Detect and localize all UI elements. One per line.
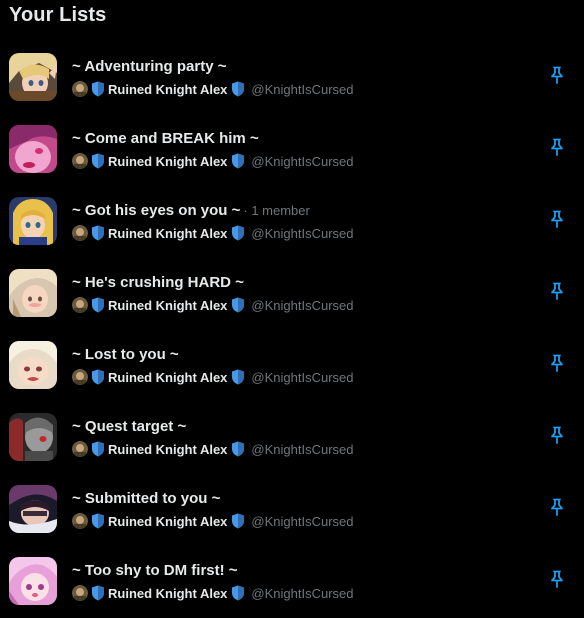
owner-name[interactable]: Ruined Knight Alex [108,370,227,385]
pin-button[interactable] [546,570,568,592]
pin-button[interactable] [546,138,568,160]
list-name-row: ~ Adventuring party ~ [72,58,229,75]
list-thumbnail [9,269,57,317]
owner-row: Ruined Knight Alex @KnightIsCursed [72,368,353,386]
owner-handle[interactable]: @KnightIsCursed [251,226,353,241]
pin-icon [549,354,565,377]
pin-button[interactable] [546,426,568,448]
list-name[interactable]: ~ Come and BREAK him ~ [72,130,259,147]
shield-icon [231,225,245,241]
pin-button[interactable] [546,282,568,304]
pin-button[interactable] [546,210,568,232]
owner-row: Ruined Knight Alex @KnightIsCursed [72,584,353,602]
shield-icon [91,153,105,169]
list-thumbnail [9,557,57,605]
owner-row: Ruined Knight Alex @KnightIsCursed [72,152,353,170]
list-name[interactable]: ~ Submitted to you ~ [72,490,220,507]
pin-icon [549,498,565,521]
shield-icon [231,81,245,97]
owner-handle[interactable]: @KnightIsCursed [251,82,353,97]
owner-name[interactable]: Ruined Knight Alex [108,154,227,169]
list-name-row: ~ Lost to you ~ [72,346,182,363]
pin-button[interactable] [546,66,568,88]
pin-button[interactable] [546,354,568,376]
shield-icon [231,369,245,385]
list-name[interactable]: ~ Lost to you ~ [72,346,179,363]
shield-icon [91,441,105,457]
shield-icon [231,441,245,457]
pin-icon [549,570,565,593]
owner-row: Ruined Knight Alex @KnightIsCursed [72,80,353,98]
owner-name[interactable]: Ruined Knight Alex [108,586,227,601]
member-count: · 1 member [243,203,310,218]
owner-avatar[interactable] [72,585,88,601]
list-item-come-and-break-him[interactable]: ~ Come and BREAK him ~ Ruined Knight Ale… [0,125,584,197]
list-name-row: ~ Too shy to DM first! ~ [72,562,241,579]
owner-handle[interactable]: @KnightIsCursed [251,298,353,313]
shield-icon [91,297,105,313]
pin-icon [549,138,565,161]
shield-icon [91,369,105,385]
list-name[interactable]: ~ Got his eyes on you ~ [72,202,240,219]
owner-avatar[interactable] [72,297,88,313]
list-name-row: ~ He's crushing HARD ~ [72,274,247,291]
list-thumbnail [9,341,57,389]
list-name[interactable]: ~ Adventuring party ~ [72,58,226,75]
list-thumbnail [9,53,57,101]
list-item-too-shy-to-dm-first[interactable]: ~ Too shy to DM first! ~ Ruined Knight A… [0,557,584,618]
list-name[interactable]: ~ Too shy to DM first! ~ [72,562,238,579]
owner-row: Ruined Knight Alex @KnightIsCursed [72,296,353,314]
owner-avatar[interactable] [72,225,88,241]
list-item-lost-to-you[interactable]: ~ Lost to you ~ Ruined Knight Alex @Knig… [0,341,584,413]
section-title: Your Lists [9,4,107,26]
list-name[interactable]: ~ He's crushing HARD ~ [72,274,244,291]
list-name-row: ~ Quest target ~ [72,418,189,435]
owner-handle[interactable]: @KnightIsCursed [251,154,353,169]
lists-page: Your Lists ~ Adventuring party ~ Ruined … [0,0,584,618]
shield-icon [231,153,245,169]
owner-handle[interactable]: @KnightIsCursed [251,586,353,601]
pin-icon [549,426,565,449]
owner-avatar[interactable] [72,513,88,529]
pin-icon [549,66,565,89]
list-thumbnail [9,197,57,245]
owner-avatar[interactable] [72,441,88,457]
list-name[interactable]: ~ Quest target ~ [72,418,186,435]
owner-name[interactable]: Ruined Knight Alex [108,298,227,313]
owner-avatar[interactable] [72,81,88,97]
shield-icon [231,513,245,529]
pin-icon [549,210,565,233]
shield-icon [231,297,245,313]
shield-icon [91,585,105,601]
list-name-row: ~ Submitted to you ~ [72,490,223,507]
list-item-adventuring-party[interactable]: ~ Adventuring party ~ Ruined Knight Alex… [0,53,584,125]
list-thumbnail [9,413,57,461]
owner-name[interactable]: Ruined Knight Alex [108,442,227,457]
shield-icon [231,585,245,601]
list-item-submitted-to-you[interactable]: ~ Submitted to you ~ Ruined Knight Alex … [0,485,584,557]
owner-name[interactable]: Ruined Knight Alex [108,226,227,241]
owner-row: Ruined Knight Alex @KnightIsCursed [72,440,353,458]
shield-icon [91,225,105,241]
list-item-hes-crushing-hard[interactable]: ~ He's crushing HARD ~ Ruined Knight Ale… [0,269,584,341]
shield-icon [91,81,105,97]
owner-handle[interactable]: @KnightIsCursed [251,370,353,385]
list-name-row: ~ Got his eyes on you ~ · 1 member [72,202,310,219]
list-thumbnail [9,485,57,533]
owner-row: Ruined Knight Alex @KnightIsCursed [72,224,353,242]
owner-avatar[interactable] [72,369,88,385]
list-item-got-his-eyes-on-you[interactable]: ~ Got his eyes on you ~ · 1 member Ruined… [0,197,584,269]
owner-row: Ruined Knight Alex @KnightIsCursed [72,512,353,530]
shield-icon [91,513,105,529]
owner-name[interactable]: Ruined Knight Alex [108,514,227,529]
list-item-quest-target[interactable]: ~ Quest target ~ Ruined Knight Alex @Kni… [0,413,584,485]
pin-icon [549,282,565,305]
list-name-row: ~ Come and BREAK him ~ [72,130,262,147]
owner-name[interactable]: Ruined Knight Alex [108,82,227,97]
owner-avatar[interactable] [72,153,88,169]
owner-handle[interactable]: @KnightIsCursed [251,442,353,457]
list-thumbnail [9,125,57,173]
owner-handle[interactable]: @KnightIsCursed [251,514,353,529]
pin-button[interactable] [546,498,568,520]
